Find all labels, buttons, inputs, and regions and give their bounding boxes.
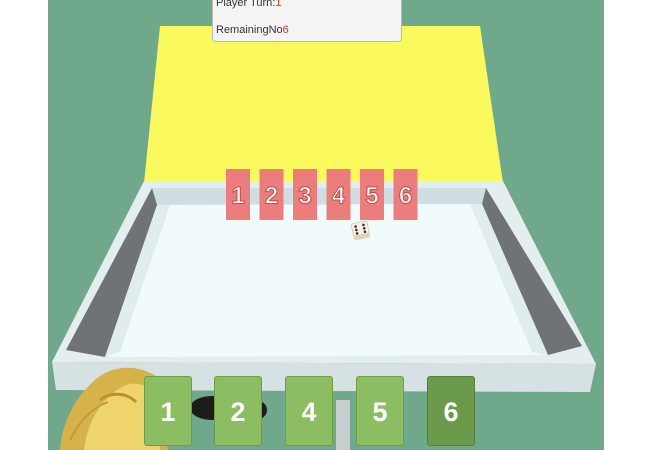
board-card-label: 2: [265, 183, 278, 210]
board-card-label: 5: [365, 183, 378, 210]
remaining-number-value: 6: [282, 24, 289, 36]
hand-tile-1[interactable]: 1: [144, 376, 192, 446]
player-turn-label: Player Turn:: [216, 0, 276, 9]
board-card-6: 6: [393, 169, 418, 220]
box-back-wall: [152, 188, 486, 205]
player-turn-row: Player Turn:1: [216, 0, 281, 10]
board-card-label: 4: [332, 183, 346, 210]
board-card-label: 3: [298, 183, 311, 210]
hand-tile-2[interactable]: 2: [214, 376, 262, 446]
board-card-label: 1: [231, 183, 244, 210]
remaining-number-row: RemainingNo6: [216, 23, 289, 37]
pedestal: [336, 400, 350, 450]
board-card-3: 3: [293, 169, 317, 220]
hand-tile-4[interactable]: 4: [285, 376, 333, 446]
player-turn-value: 1: [275, 0, 282, 9]
hand-tile-6[interactable]: 6: [427, 376, 475, 446]
board-card-label: 6: [399, 183, 412, 210]
box-lid: [144, 26, 503, 183]
board-card-1: 1: [226, 169, 250, 220]
hand-tile-5[interactable]: 5: [356, 376, 404, 446]
game-scene: 123456 Player Turn:1 RemainingNo6 1 2 4 …: [48, 0, 604, 450]
remaining-number-label: RemainingNo: [216, 24, 283, 36]
game-viewport: 123456 Player Turn:1 RemainingNo6 1 2 4 …: [48, 0, 604, 450]
board-card-2: 2: [259, 169, 284, 220]
turn-info-panel: Player Turn:1 RemainingNo6: [212, 0, 402, 42]
board-card-4: 4: [326, 169, 351, 220]
board-card-5: 5: [360, 169, 384, 220]
